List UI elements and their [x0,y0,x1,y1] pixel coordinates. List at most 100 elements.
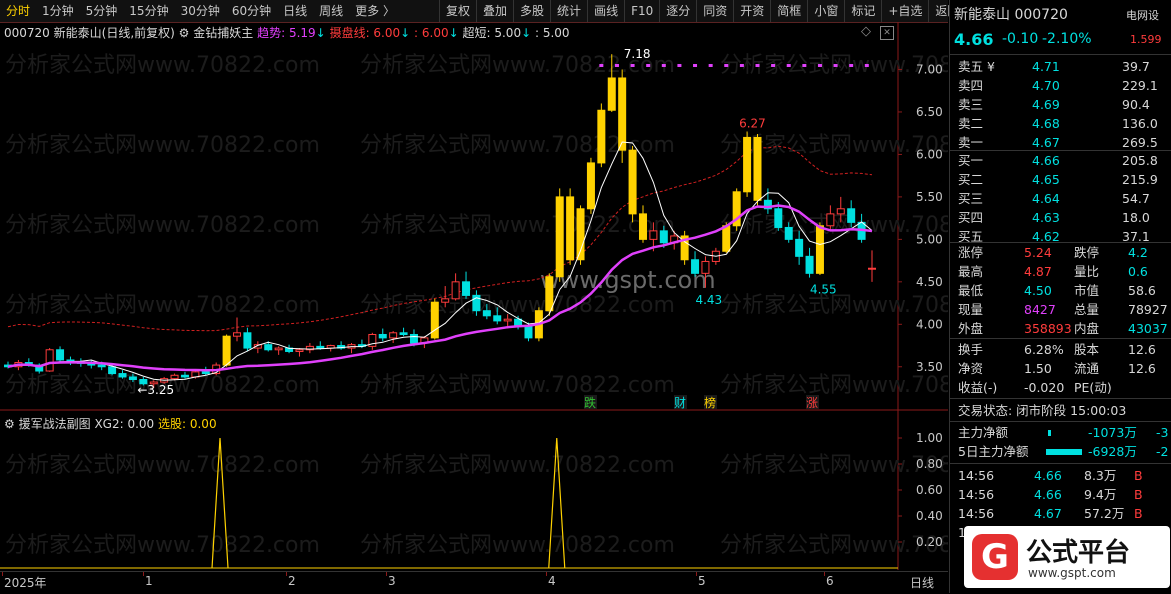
tab-2[interactable]: 5分钟 [80,0,124,22]
tab-8[interactable]: 更多 〉 [349,0,401,22]
tool-button-3[interactable]: 统计 [550,0,587,22]
tool-button-11[interactable]: 标记 [844,0,881,22]
tool-button-12[interactable]: +自选 [881,0,928,22]
watermark-text: 分析家公式网www.70822.com [5,293,320,318]
candle-body [430,301,439,339]
kline-chart[interactable]: 分析家公式网www.70822.com 分析家公式网www.70822.com 分析… [0,22,948,570]
candle-body [597,109,606,164]
x-axis-tick [143,572,144,576]
watermark-text: 分析家公式网www.70822.com [360,453,675,478]
x-axis-tick [696,572,697,576]
site-watermark: www.gspt.com [540,266,716,294]
tab-3[interactable]: 15分钟 [123,0,174,22]
tab-6[interactable]: 日线 [277,0,313,22]
candle-body [108,366,117,375]
watermark-text: 分析家公式网www.70822.com [360,293,675,318]
ask-volume: 39.7 [1122,59,1150,74]
trend-value: 趋势: 5.19 [257,26,316,40]
tool-button-6[interactable]: 逐分 [659,0,696,22]
sub-gear-icon[interactable]: ⚙ [4,417,15,431]
stat2-value: 1.50 [1024,361,1052,376]
trade-state: 交易状态: 闭市阶段 15:00:03 [958,403,1127,418]
tool-button-5[interactable]: F10 [624,0,659,22]
tool-button-4[interactable]: 画线 [587,0,624,22]
period-label[interactable]: 日线 [910,574,934,591]
stat-label: 涨停 [958,245,984,260]
tick-time: 14:56 [958,506,995,521]
tool-button-10[interactable]: 小窗 [807,0,844,22]
stat-label: 最高 [958,264,984,279]
price-tick-label: 6.50 [916,105,943,119]
tab-5[interactable]: 60分钟 [226,0,277,22]
flow-value: -6928万 [1088,444,1137,459]
tick-side: B [1134,487,1143,502]
candle-body [441,298,450,303]
candle-body [618,77,627,151]
close-icon[interactable]: ✕ [880,26,894,40]
divider [950,398,1171,399]
x-axis-label: 2 [288,574,296,588]
watermark-text: 分析家公式网www.70822.com [360,533,675,558]
candle-body [795,238,804,257]
signal-dot [630,64,635,67]
watermark-text: 分析家公式网www.70822.com [5,53,320,78]
signal-dot [817,64,822,67]
expand-icon[interactable]: ◇ [861,24,871,39]
low-label-325: ←3.25 [137,383,174,397]
down-arrow-icon: ↓ [521,26,532,40]
tab-7[interactable]: 周线 [313,0,349,22]
signal-dot [614,64,619,67]
candle-body [118,373,127,378]
tab-1[interactable]: 1分钟 [36,0,80,22]
stat-label: 总量 [1074,302,1100,317]
trade-state-row: 交易状态: 闭市阶段 15:00:03 [950,401,1171,420]
brand-url: www.gspt.com [1028,566,1116,580]
candle-body [545,276,554,312]
quote-panel: 新能泰山 000720 电网设 4.66 -0.10 -2.10% 1.599 卖五 ¥ 4.… [949,0,1171,593]
down-arrow-icon: ↓ [400,26,411,40]
tab-4[interactable]: 30分钟 [175,0,226,22]
stat-label: 内盘 [1074,321,1100,336]
stat-label: 现量 [958,302,984,317]
sector-button[interactable]: 电网设 [1126,6,1159,25]
down-arrow-icon: ↓ [315,26,326,40]
stat-label: 最低 [958,283,984,298]
tool-button-0[interactable]: 复权 [439,0,476,22]
tab-0[interactable]: 分时 [0,0,36,22]
tool-button-1[interactable]: 叠加 [476,0,513,22]
sub-indicator-name[interactable]: 援军战法副图 [19,417,91,431]
tool-button-8[interactable]: 开资 [733,0,770,22]
ask-price: 4.68 [1032,116,1060,131]
signal-dot [677,64,682,67]
x-axis-tick [546,572,547,576]
stat2-label: 股本 [1074,342,1100,357]
x-axis-label: 4 [548,574,556,588]
brand-title: 公式平台 [1026,538,1131,568]
signal-dot [724,64,729,67]
stat2-label: 净资 [958,361,984,376]
stat2-label: PE(动) [1074,380,1112,395]
tool-button-2[interactable]: 多股 [513,0,550,22]
candle-body [753,136,762,201]
candle-body [243,332,252,349]
flow-label: 5日主力净额 [958,444,1029,459]
candle-body [97,364,106,368]
watermark-text: 分析家公式网www.70822.com [5,133,320,158]
ask-label: 卖五 ¥ [958,59,995,74]
candle-body [274,347,283,351]
candle-body [628,149,637,215]
stock-title: 新能泰山 000720 [954,7,1068,23]
stat-value: 58.6 [1128,283,1156,298]
tick-side: B [1134,506,1143,521]
candle-body [170,374,179,380]
signal-dot [771,64,776,67]
indicator-gear-icon[interactable]: ⚙ [179,26,190,40]
time-axis-bar: 日线 2025年 1 2 3 4 5 6 [0,571,948,594]
sub-tick-label: 0.20 [916,535,943,549]
indicator-name[interactable]: 金钻捕妖主 [193,26,253,40]
stat-label: 外盘 [958,321,984,336]
tool-button-7[interactable]: 同资 [696,0,733,22]
tool-button-9[interactable]: 简框 [770,0,807,22]
candle-body [503,318,512,322]
stat2-value: -0.020 [1024,380,1065,395]
